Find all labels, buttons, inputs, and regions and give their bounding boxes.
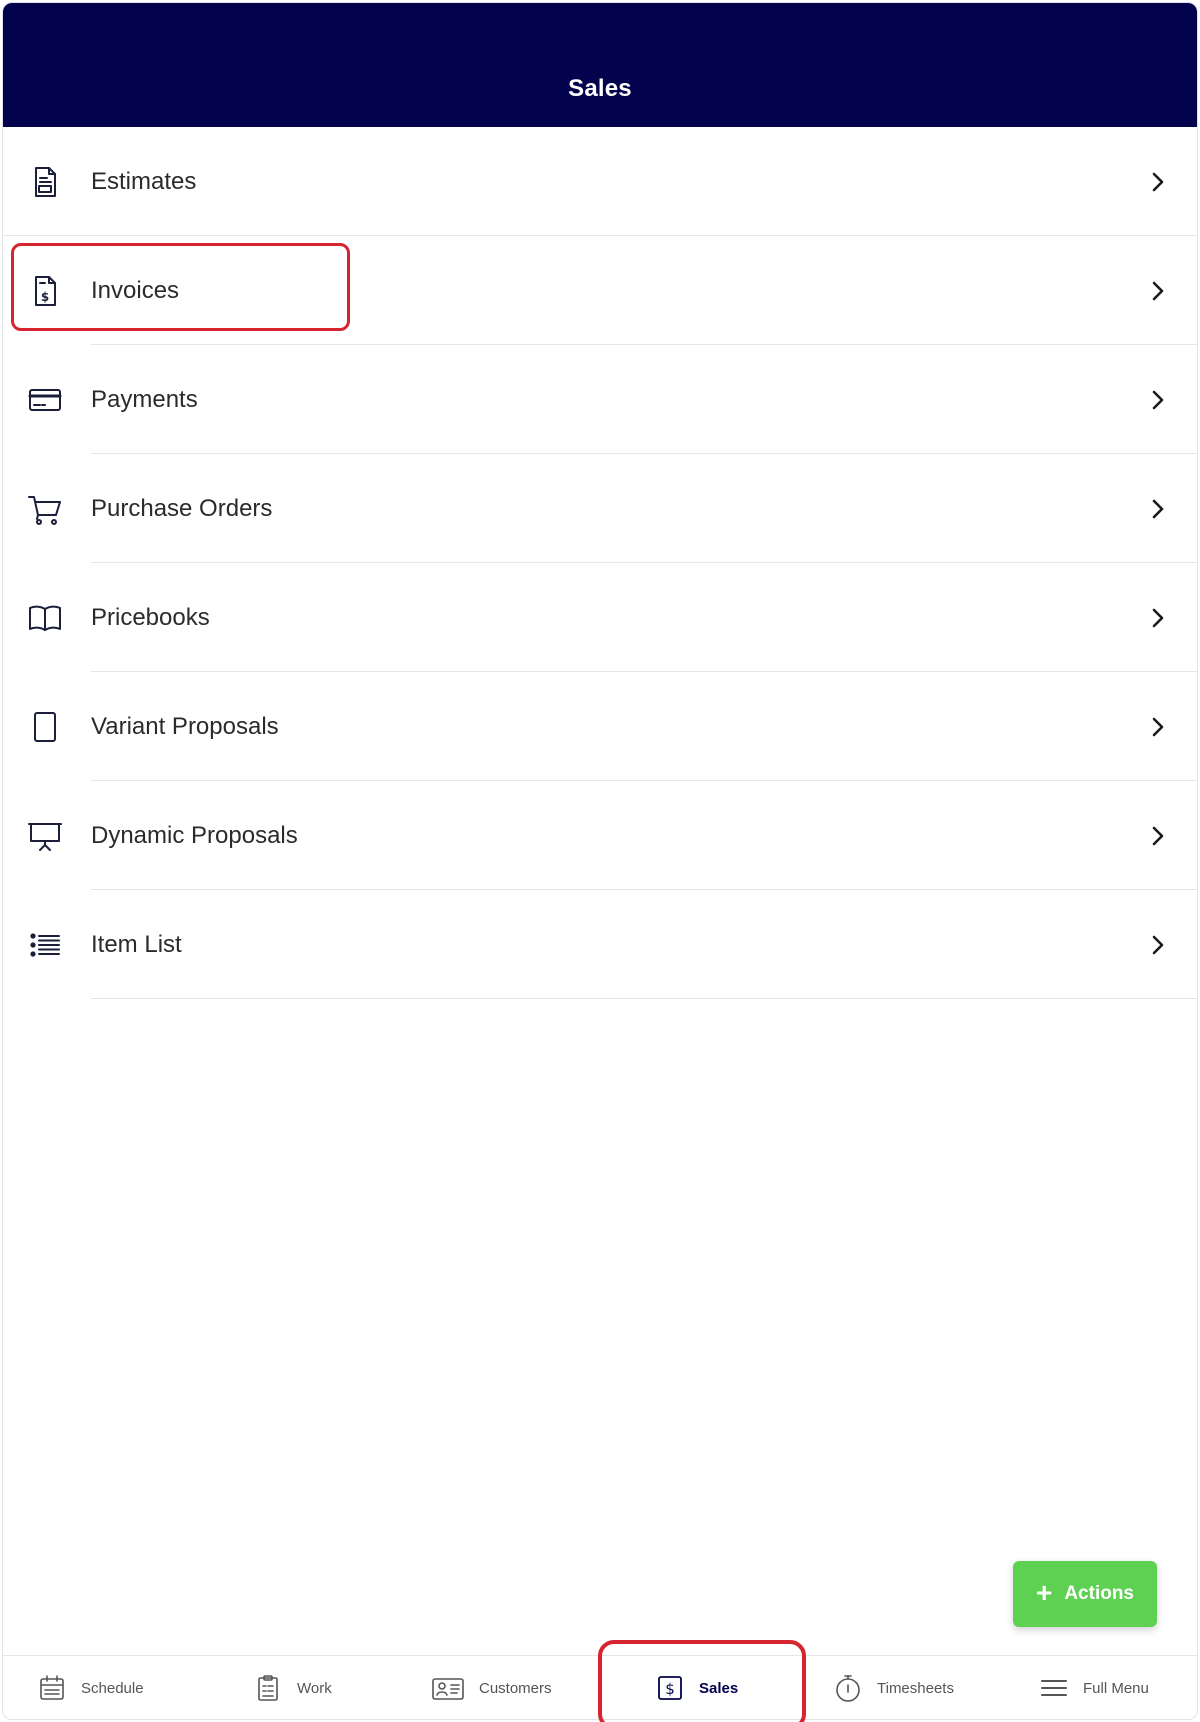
menu-item-pricebooks[interactable]: Pricebooks — [3, 563, 1197, 672]
menu-item-purchase-orders[interactable]: Purchase Orders — [3, 454, 1197, 563]
chevron-right-icon — [1147, 825, 1169, 847]
tab-label: Timesheets — [877, 1679, 954, 1697]
hamburger-menu-icon — [1039, 1673, 1069, 1703]
tablet-icon — [27, 709, 63, 745]
tab-label: Sales — [699, 1679, 739, 1697]
chevron-right-icon — [1147, 716, 1169, 738]
tab-timesheets[interactable]: Timesheets — [833, 1656, 954, 1719]
tab-label: Work — [297, 1679, 332, 1697]
top-header: Sales — [3, 3, 1197, 127]
tab-customers[interactable]: Customers — [431, 1656, 552, 1719]
shopping-cart-icon — [27, 491, 63, 527]
svg-text:$: $ — [665, 1680, 675, 1698]
chevron-right-icon — [1147, 389, 1169, 411]
menu-item-label: Pricebooks — [91, 603, 210, 631]
menu-item-variant-proposals[interactable]: Variant Proposals — [3, 672, 1197, 781]
tab-label: Schedule — [81, 1679, 144, 1697]
actions-button[interactable]: + Actions — [1013, 1561, 1157, 1627]
tab-full-menu[interactable]: Full Menu — [1039, 1656, 1149, 1719]
app-frame: Sales Estimates $ Invoices Payments Purc… — [2, 2, 1198, 1720]
menu-item-label: Invoices — [91, 276, 180, 304]
bottom-tab-bar: Schedule Work Customers $ Sales Timeshee… — [3, 1655, 1197, 1719]
chevron-right-icon — [1147, 498, 1169, 520]
menu-item-invoices[interactable]: $ Invoices — [3, 236, 1197, 345]
menu-item-label: Purchase Orders — [91, 494, 273, 522]
actions-button-label: Actions — [1064, 1583, 1135, 1604]
contact-card-icon — [431, 1673, 465, 1703]
menu-item-label: Variant Proposals — [91, 712, 279, 740]
menu-item-estimates[interactable]: Estimates — [3, 127, 1197, 236]
plus-icon: + — [1035, 1576, 1053, 1608]
tab-work[interactable]: Work — [253, 1656, 332, 1719]
tab-label: Full Menu — [1083, 1679, 1149, 1697]
calendar-icon — [37, 1673, 67, 1703]
clipboard-icon — [253, 1673, 283, 1703]
sales-menu: Estimates $ Invoices Payments Purchase O… — [3, 127, 1197, 999]
svg-text:$: $ — [41, 290, 49, 304]
page-title: Sales — [568, 75, 632, 102]
dollar-icon: $ — [655, 1673, 685, 1703]
menu-item-dynamic-proposals[interactable]: Dynamic Proposals — [3, 781, 1197, 890]
menu-item-label: Estimates — [91, 167, 197, 195]
divider — [91, 998, 1197, 999]
tab-label: Customers — [479, 1679, 552, 1697]
estimate-document-icon — [27, 164, 63, 200]
open-book-icon — [27, 600, 63, 636]
menu-item-label: Item List — [91, 930, 182, 958]
menu-item-payments[interactable]: Payments — [3, 345, 1197, 454]
tab-schedule[interactable]: Schedule — [37, 1656, 144, 1719]
chevron-right-icon — [1147, 934, 1169, 956]
presentation-board-icon — [27, 818, 63, 854]
menu-item-label: Dynamic Proposals — [91, 821, 298, 849]
chevron-right-icon — [1147, 607, 1169, 629]
stopwatch-icon — [833, 1673, 863, 1703]
list-icon — [27, 927, 63, 963]
credit-card-icon — [27, 382, 63, 418]
chevron-right-icon — [1147, 171, 1169, 193]
tab-sales[interactable]: $ Sales — [655, 1656, 739, 1719]
chevron-right-icon — [1147, 280, 1169, 302]
menu-item-item-list[interactable]: Item List — [3, 890, 1197, 999]
invoice-document-icon: $ — [27, 273, 63, 309]
menu-item-label: Payments — [91, 385, 198, 413]
